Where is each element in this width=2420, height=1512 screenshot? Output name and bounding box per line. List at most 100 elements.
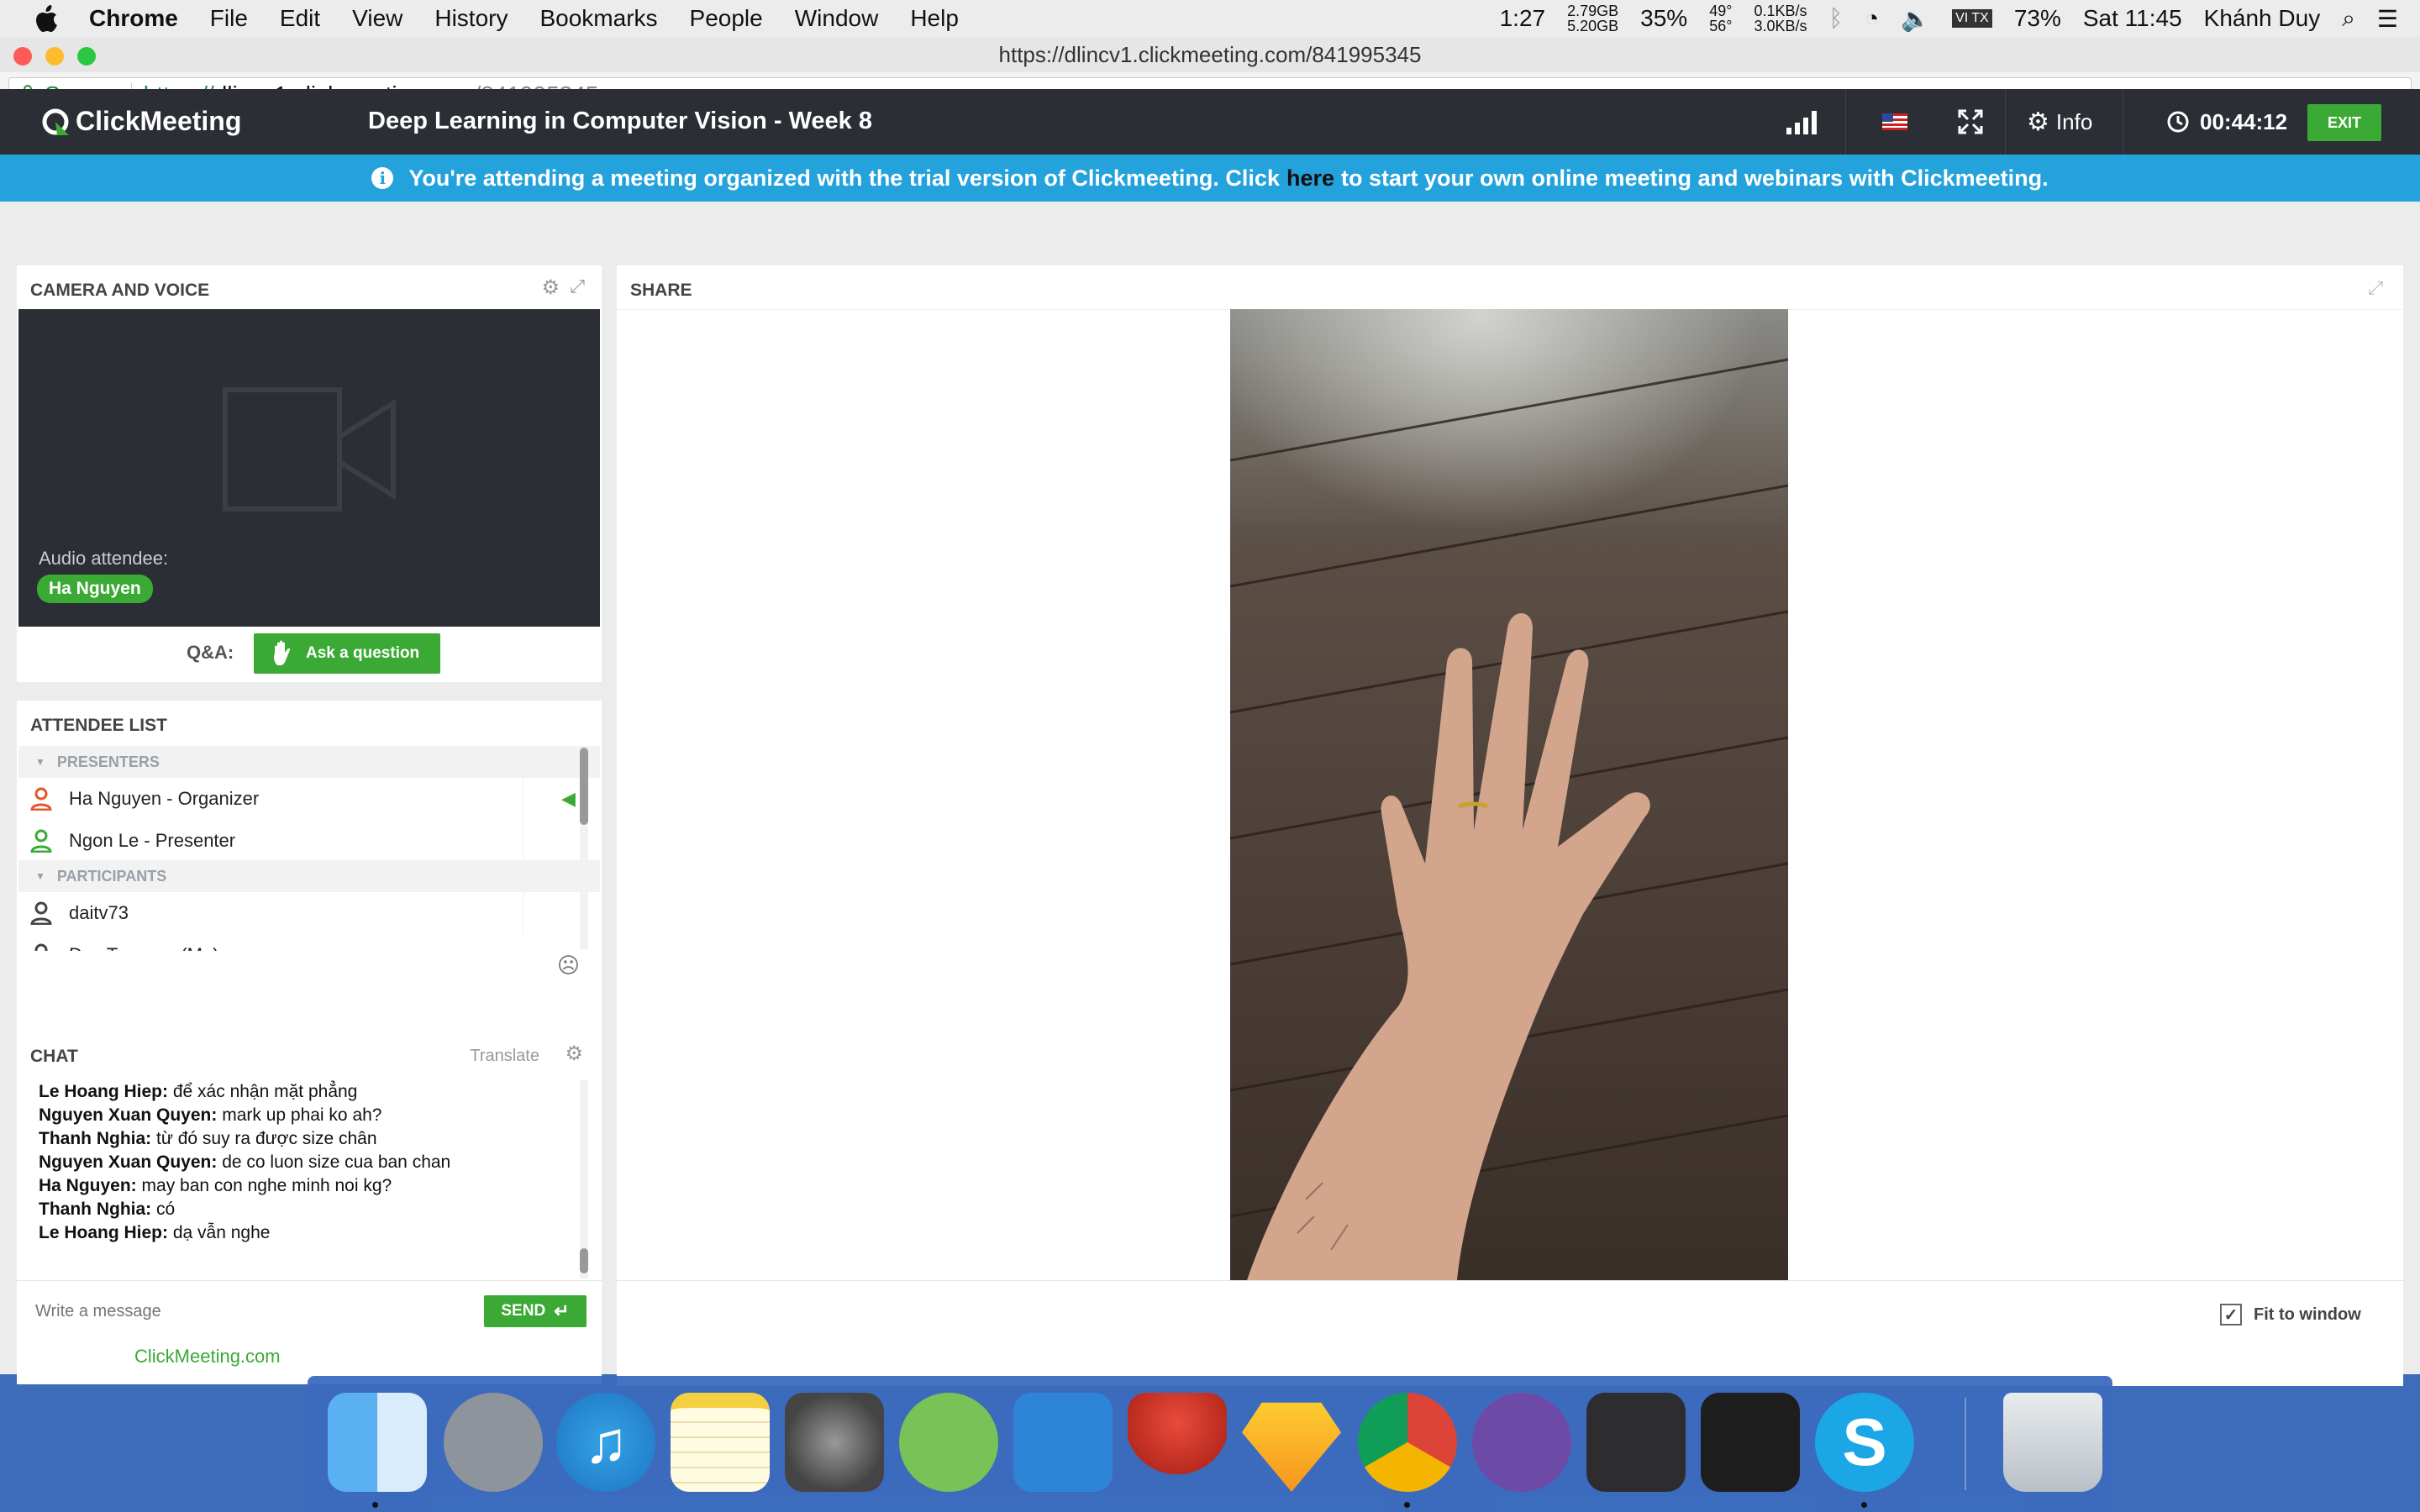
exit-button[interactable]: EXIT (2307, 104, 2381, 141)
person-icon (30, 787, 52, 811)
menu-edit[interactable]: Edit (280, 5, 320, 32)
itunes-icon[interactable]: ♫ (556, 1393, 655, 1492)
finder-icon[interactable] (328, 1393, 427, 1492)
chat-author: Nguyen Xuan Quyen: (39, 1105, 218, 1125)
network-speed[interactable]: 0.1KB/s 3.0KB/s (1754, 3, 1807, 34)
sketch-icon[interactable] (1242, 1402, 1341, 1492)
attendee-row[interactable]: Ha Nguyen - Organizer (18, 778, 523, 820)
github-desktop-icon[interactable] (1472, 1393, 1571, 1492)
running-indicator (1404, 1502, 1410, 1508)
share-expand-icon[interactable]: ⤢ (2368, 277, 2383, 299)
attendee-list-title: ATTENDEE LIST (30, 716, 167, 735)
participants-group-header[interactable]: ▼ PARTICIPANTS (18, 860, 600, 892)
instruments-icon[interactable] (1128, 1393, 1227, 1492)
banner-here-link[interactable]: here (1286, 165, 1334, 192)
notification-center-icon[interactable]: ☰ (2377, 5, 2398, 33)
system-preferences-icon[interactable] (785, 1393, 884, 1492)
menu-bookmarks[interactable]: Bookmarks (539, 5, 657, 32)
banner-text-before: You're attending a meeting organized wit… (408, 165, 1280, 191)
battery-percent[interactable]: 73% (2014, 5, 2061, 32)
language-selector[interactable] (1882, 89, 1907, 155)
chat-text: để xác nhận mặt phẳng (172, 1082, 358, 1101)
attendee-row[interactable]: Duy Truong - (Me) (18, 934, 523, 951)
macos-menubar: Chrome File Edit View History Bookmarks … (0, 0, 2420, 37)
chat-text: mark up phai ko ah? (222, 1105, 382, 1125)
info-button[interactable]: ⚙ Info (2027, 89, 2092, 155)
chrome-icon[interactable] (1358, 1393, 1457, 1492)
camera-view: Audio attendee: Ha Nguyen (18, 309, 600, 627)
chat-text: de co luon size cua ban chan (222, 1152, 451, 1172)
user-name[interactable]: Khánh Duy (2204, 5, 2321, 32)
memory-stats[interactable]: 2.79GB 5.20GB (1567, 3, 1618, 34)
translate-link[interactable]: Translate (470, 1047, 539, 1066)
attendee-row[interactable]: Ngon Le - Presenter (18, 820, 523, 862)
fullscreen-button[interactable] (1958, 89, 1983, 155)
attendee-scrollbar[interactable] (580, 748, 588, 949)
chat-message: Ha Nguyen: may ban con nghe minh noi kg? (39, 1174, 450, 1198)
close-window-button[interactable] (13, 47, 32, 66)
temperature-2: 56° (1709, 18, 1733, 34)
menu-file[interactable]: File (210, 5, 248, 32)
temperatures[interactable]: 49° 56° (1709, 3, 1732, 34)
attendee-row[interactable]: daitv73 (18, 892, 523, 934)
fit-to-window-checkbox[interactable]: ✓ (2220, 1304, 2242, 1326)
menu-view[interactable]: View (352, 5, 402, 32)
volume-icon[interactable]: 🔈 (1901, 5, 1930, 33)
info-label: Info (2055, 108, 2093, 134)
bluetooth-icon[interactable]: ᛒ (1828, 5, 1843, 32)
fit-to-window-control[interactable]: ✓ Fit to window (2220, 1304, 2361, 1326)
input-source[interactable]: VI TX (1952, 9, 1992, 28)
network-up: 0.1KB/s (1754, 3, 1807, 19)
xcode-icon[interactable] (1013, 1393, 1113, 1492)
chat-message: Thanh Nghia: từ đó suy ra được size chân (39, 1127, 450, 1151)
footer-powered: ClickMeeting.com (134, 1346, 281, 1368)
share-footer-divider (617, 1280, 2403, 1281)
battery-time[interactable]: 1:27 (1500, 5, 1546, 32)
presenters-group-header[interactable]: ▼ PRESENTERS (18, 746, 600, 778)
menu-app-name[interactable]: Chrome (89, 5, 178, 32)
send-button[interactable]: SEND ↵ (484, 1295, 587, 1327)
expand-icon[interactable]: ⤢ (570, 276, 585, 297)
skype-icon[interactable]: S (1815, 1393, 1914, 1492)
minimize-window-button[interactable] (45, 47, 64, 66)
chat-scrollbar[interactable] (580, 1080, 588, 1278)
footer-link[interactable]: ClickMeeting.com (134, 1346, 281, 1367)
cpu-usage[interactable]: 35% (1640, 5, 1687, 32)
chat-settings-icon[interactable]: ⚙ (565, 1042, 583, 1066)
scrollbar-thumb[interactable] (580, 1248, 588, 1273)
zoom-window-button[interactable] (77, 47, 96, 66)
settings-icon[interactable]: ⚙ (541, 276, 560, 300)
ask-question-button[interactable]: Ask a question (254, 633, 440, 674)
launchpad-icon[interactable] (444, 1393, 543, 1492)
logo-text: ClickMeeting (76, 106, 242, 136)
network-down: 3.0KB/s (1754, 18, 1807, 34)
chat-author: Thanh Nghia: (39, 1129, 152, 1148)
us-flag-icon (1882, 113, 1907, 130)
chat-message-input[interactable] (34, 1294, 474, 1329)
chat-text: dạ vẫn nghe (172, 1223, 271, 1242)
qa-label: Q&A: (187, 642, 234, 663)
emoji-status-icon[interactable]: ☹ (557, 953, 580, 979)
apple-menu-icon[interactable] (35, 4, 60, 33)
info-icon: i (371, 167, 394, 189)
trash-icon[interactable] (2003, 1393, 2102, 1492)
connection-quality[interactable] (1785, 89, 1822, 155)
notes-icon[interactable] (671, 1393, 770, 1492)
menu-window[interactable]: Window (795, 5, 879, 32)
spotlight-icon[interactable]: ⌕ (2342, 5, 2355, 33)
clock[interactable]: Sat 11:45 (2083, 5, 2182, 32)
collapse-arrow-icon: ▼ (35, 756, 45, 768)
camera-panel-title: CAMERA AND VOICE (30, 281, 210, 300)
chat-message: Le Hoang Hiep: để xác nhận mặt phẳng (39, 1080, 450, 1104)
clickmeeting-logo[interactable]: ClickMeeting (40, 106, 241, 137)
raised-hand-icon (274, 640, 291, 665)
android-studio-icon[interactable] (899, 1393, 998, 1492)
chat-text: có (156, 1200, 176, 1219)
visual-studio-icon[interactable] (1586, 1393, 1686, 1492)
menu-history[interactable]: History (434, 5, 508, 32)
menu-help[interactable]: Help (910, 5, 959, 32)
scrollbar-thumb[interactable] (580, 748, 588, 825)
vscode-icon[interactable] (1701, 1393, 1800, 1492)
wifi-icon[interactable]: ◔ (1865, 5, 1879, 32)
menu-people[interactable]: People (690, 5, 763, 32)
